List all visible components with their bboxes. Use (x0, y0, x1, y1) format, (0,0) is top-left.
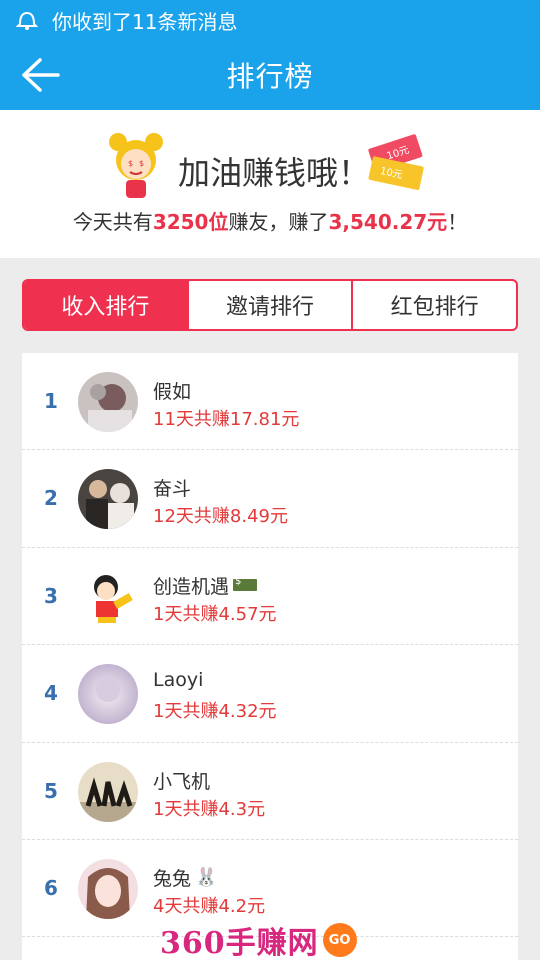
user-name-text: 奋斗 (153, 478, 192, 501)
money-notes-icon: 10元 10元 (364, 134, 436, 196)
avatar (78, 372, 138, 432)
site-watermark: 360手赚网 GO (160, 918, 357, 960)
summary-prefix: 今天共有 (72, 210, 153, 234)
rank-number: 1 (44, 389, 58, 413)
earnings-text: 1天共赚4.3元 (153, 798, 266, 820)
bunny-icon: 🐰 (195, 866, 218, 888)
page-title: 排行榜 (226, 60, 314, 93)
back-arrow-icon[interactable] (20, 56, 60, 94)
avatar (78, 858, 138, 919)
ranking-list: 1 假如 11天共赚17.81元 2 奋斗 12天共赚8.49元 3 创造机遇 … (22, 353, 518, 960)
status-message: 你收到了11条新消息 (52, 9, 238, 34)
user-name: Laoyi (153, 669, 203, 691)
users-count: 3250位 (152, 210, 229, 234)
user-name-text: Laoyi (153, 669, 204, 692)
money-badge-icon (233, 576, 258, 592)
rank-number: 4 (44, 681, 58, 706)
user-name: 兔兔 🐰 (153, 864, 217, 891)
ranking-tabs: 收入排行 邀请排行 红包排行 (22, 279, 518, 331)
status-bar: 你收到了11条新消息 (0, 0, 540, 40)
rank-number: 2 (44, 486, 58, 511)
earnings-banner: $ $ 加油赚钱哦！ 10元 10元 今天共有3250位赚友，赚了3,540.27… (0, 110, 540, 258)
rank-number: 6 (44, 875, 58, 900)
headline: 加油赚钱哦！ (178, 154, 371, 192)
list-item[interactable]: 5 小飞机 1天共赚4.3元 (22, 743, 518, 840)
list-item[interactable]: 4 Laoyi 1天共赚4.32元 (22, 645, 518, 743)
tab-income-ranking[interactable]: 收入排行 (24, 281, 187, 329)
user-name-text: 假如 (153, 381, 192, 403)
app-bar: 排行榜 (0, 40, 540, 110)
svg-text:$: $ (128, 159, 133, 168)
earnings-text: 4天共赚4.2元 (153, 895, 266, 917)
svg-text:$: $ (139, 159, 144, 168)
rank-number: 3 (44, 583, 58, 608)
watermark-text: 360手赚网 (160, 926, 319, 960)
daily-summary: 今天共有3250位赚友，赚了3,540.27元！ (0, 206, 540, 235)
tab-red-packet-ranking[interactable]: 红包排行 (351, 281, 516, 329)
user-name: 假如 (153, 377, 191, 404)
mascot-girl-icon: $ $ (106, 130, 166, 202)
user-name-text: 兔兔 (153, 867, 192, 890)
rank-number: 5 (44, 778, 58, 803)
summary-suffix: ！ (447, 210, 468, 234)
earnings-text: 11天共赚17.81元 (153, 409, 300, 430)
notification-bell-icon (15, 9, 39, 31)
list-item[interactable]: 1 假如 11天共赚17.81元 (22, 353, 518, 451)
list-item[interactable]: 2 奋斗 12天共赚8.49元 (22, 450, 518, 548)
earnings-text: 1天共赚4.32元 (153, 701, 277, 723)
tab-invite-ranking[interactable]: 邀请排行 (186, 281, 352, 329)
user-name-text: 创造机遇 (153, 575, 230, 598)
go-badge-icon: GO (322, 923, 357, 957)
avatar (78, 761, 138, 822)
avatar (78, 566, 138, 627)
user-name: 小飞机 (153, 767, 210, 794)
avatar (78, 469, 138, 530)
user-name-text: 小飞机 (153, 770, 211, 793)
user-name: 奋斗 (153, 474, 191, 501)
earnings-text: 1天共赚4.57元 (153, 603, 277, 625)
avatar (78, 664, 138, 725)
total-amount: 3,540.27元 (328, 210, 448, 234)
user-name: 创造机遇 (153, 572, 258, 599)
summary-middle: 赚友，赚了 (228, 210, 329, 234)
earnings-text: 12天共赚8.49元 (153, 506, 288, 528)
list-item[interactable]: 3 创造机遇 1天共赚4.57元 (22, 548, 518, 646)
